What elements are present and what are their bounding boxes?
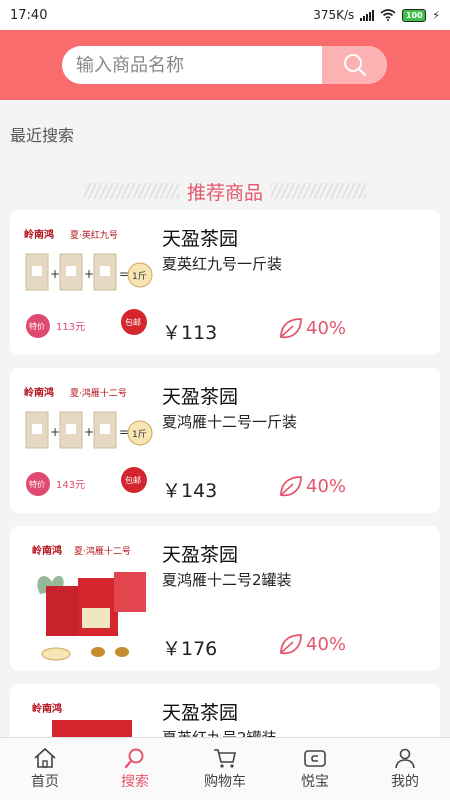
- product-card[interactable]: 岭南鸿 夏·英红九号 + + = 1斤 特价 113元 包邮 天盈茶园 夏英红九…: [10, 210, 440, 355]
- nav-label: 搜索: [121, 774, 149, 790]
- recommended-header: 推荐商品: [0, 176, 450, 206]
- product-card[interactable]: 岭南鸿 夏·鸿雁十二号 天盈茶园 夏鸿雁十二号2罐装 ￥176 40%: [10, 526, 440, 671]
- search-input[interactable]: [76, 54, 316, 76]
- product-price: ￥176: [162, 638, 218, 660]
- bottom-nav: 首页 搜索 购物车 悦宝 我的: [0, 737, 450, 800]
- shop-name: 天盈茶园: [162, 386, 239, 408]
- charging-icon: ⚡: [432, 8, 440, 22]
- svg-text:+: +: [50, 425, 60, 439]
- product-name: 夏鸿雁十二号2罐装: [162, 571, 292, 589]
- svg-text:岭南鸿: 岭南鸿: [32, 544, 62, 557]
- discount-percent: 40%: [306, 318, 347, 339]
- svg-text:特价: 特价: [29, 321, 45, 331]
- leaf-icon: [280, 318, 302, 339]
- svg-text:包邮: 包邮: [125, 475, 141, 485]
- svg-text:岭南鸿: 岭南鸿: [24, 228, 54, 241]
- nav-search[interactable]: 搜索: [90, 738, 180, 800]
- battery-icon: 100: [402, 8, 427, 22]
- wifi-icon: [380, 9, 396, 21]
- product-price: ￥113: [162, 322, 218, 344]
- leaf-icon: [280, 634, 302, 655]
- wallet-icon: [304, 750, 326, 767]
- status-time: 17:40: [10, 7, 48, 23]
- recent-search-label: 最近搜索: [10, 126, 75, 145]
- nav-home[interactable]: 首页: [0, 738, 90, 800]
- cart-icon: [214, 749, 236, 768]
- network-speed: 375K/s: [313, 8, 355, 22]
- shop-name: 天盈茶园: [162, 702, 239, 724]
- nav-cart[interactable]: 购物车: [180, 738, 270, 800]
- nav-label: 悦宝: [301, 774, 329, 790]
- product-card[interactable]: 岭南鸿 夏·鸿雁十二号 + + = 1斤 特价 143元 包邮 天盈茶园 夏鸿雁…: [10, 368, 440, 513]
- svg-text:143元: 143元: [56, 480, 85, 491]
- product-image: 岭南鸿 夏·鸿雁十二号 + + = 1斤 特价 143元 包邮: [24, 386, 153, 496]
- product-image: 岭南鸿 夏·英红九号 + + = 1斤 特价 113元 包邮: [24, 228, 153, 338]
- product-name: 夏鸿雁十二号一斤装: [162, 413, 298, 431]
- leaf-icon: [280, 476, 302, 497]
- search-box: [62, 46, 387, 84]
- product-price: ￥143: [162, 480, 218, 502]
- nav-label: 购物车: [204, 774, 246, 790]
- svg-text:岭南鸿: 岭南鸿: [24, 386, 54, 399]
- discount-percent: 40%: [306, 476, 347, 497]
- shop-name: 天盈茶园: [162, 544, 239, 566]
- svg-text:岭南鸿: 岭南鸿: [32, 702, 62, 715]
- discount-percent: 40%: [306, 634, 347, 655]
- svg-text:夏·鸿雁十二号: 夏·鸿雁十二号: [74, 545, 131, 557]
- recommended-title: 推荐商品: [186, 181, 263, 204]
- nav-label: 首页: [31, 774, 59, 790]
- svg-text:夏·鸿雁十二号: 夏·鸿雁十二号: [70, 387, 127, 399]
- svg-text:夏·英红九号: 夏·英红九号: [70, 229, 118, 241]
- svg-text:+: +: [84, 267, 94, 281]
- shop-name: 天盈茶园: [162, 228, 239, 250]
- svg-text:1斤: 1斤: [132, 271, 147, 282]
- search-icon: [124, 748, 144, 769]
- product-name: 夏英红九号一斤装: [162, 255, 283, 273]
- user-icon: [395, 748, 415, 769]
- search-header: [0, 30, 450, 100]
- nav-wallet[interactable]: 悦宝: [270, 738, 360, 800]
- svg-text:+: +: [84, 425, 94, 439]
- search-button[interactable]: [322, 46, 387, 84]
- nav-profile[interactable]: 我的: [360, 738, 450, 800]
- svg-text:包邮: 包邮: [125, 317, 141, 327]
- decorative-hatch-right: [271, 183, 366, 199]
- status-indicators: 375K/s 100 ⚡: [313, 8, 440, 22]
- nav-label: 我的: [391, 774, 419, 790]
- svg-text:特价: 特价: [29, 479, 45, 489]
- svg-text:+: +: [50, 267, 60, 281]
- status-bar: 17:40 375K/s 100 ⚡: [0, 0, 450, 30]
- svg-text:113元: 113元: [56, 322, 85, 333]
- decorative-hatch-left: [83, 183, 179, 199]
- product-image: 岭南鸿 夏·鸿雁十二号: [32, 544, 146, 661]
- signal-icon: [360, 9, 375, 21]
- search-icon: [343, 54, 366, 77]
- svg-text:1斤: 1斤: [132, 429, 147, 440]
- home-icon: [34, 747, 56, 768]
